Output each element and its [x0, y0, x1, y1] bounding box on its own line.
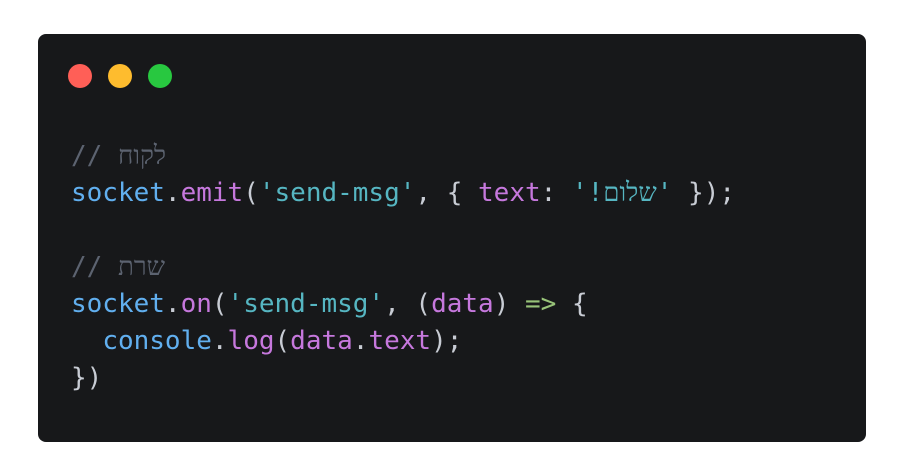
token-method: on: [180, 289, 212, 319]
window-controls: [68, 64, 172, 88]
token-event-string: 'send-msg': [227, 289, 385, 319]
token-dot: .: [211, 326, 228, 356]
token-dot: .: [164, 289, 181, 319]
token-method: emit: [180, 178, 244, 208]
token-close: }): [71, 363, 103, 393]
token-key: text: [478, 178, 541, 208]
code-block: // לקוח socket.emit('send-msg', { text: '…: [71, 138, 735, 397]
token-message-string: שלום!: [587, 178, 657, 208]
token-brace: {: [556, 289, 588, 319]
code-line-7: }): [71, 360, 735, 397]
token-arg-dot: .: [352, 326, 369, 356]
code-line-6: console.log(data.text);: [71, 323, 735, 360]
code-line-5: socket.on('send-msg', (data) => {: [71, 286, 735, 323]
code-window: // לקוח socket.emit('send-msg', { text: '…: [38, 34, 866, 442]
comment-text: שרת: [117, 252, 166, 282]
token-param: data: [431, 289, 494, 319]
token-open-paren: (: [211, 289, 228, 319]
token-dot: .: [164, 178, 181, 208]
token-object: socket: [71, 178, 165, 208]
minimize-dot-icon[interactable]: [108, 64, 132, 88]
token-arg-object: data: [290, 326, 353, 356]
token-open-paren: (: [243, 178, 259, 208]
token-separator: , {: [415, 178, 479, 208]
token-quote-open: ': [571, 178, 588, 208]
token-open-paren: (: [274, 326, 291, 356]
token-quote-close: ': [656, 178, 673, 208]
token-paren-close: ): [493, 289, 525, 319]
token-colon: :: [540, 178, 572, 208]
token-separator: , (: [384, 289, 432, 319]
close-dot-icon[interactable]: [68, 64, 92, 88]
comment-prefix: //: [71, 141, 118, 171]
comment-prefix: //: [71, 252, 118, 282]
token-object: socket: [71, 289, 165, 319]
token-method: log: [227, 326, 275, 356]
token-close: );: [431, 326, 463, 356]
token-arg-property: text: [368, 326, 432, 356]
code-line-4: // שרת: [71, 249, 735, 286]
token-event-string: 'send-msg': [258, 178, 416, 208]
comment-text: לקוח: [117, 141, 167, 171]
token-close: });: [672, 178, 736, 208]
token-object: console: [102, 326, 212, 356]
token-arrow: =>: [525, 289, 557, 319]
maximize-dot-icon[interactable]: [148, 64, 172, 88]
code-line-1: // לקוח: [71, 138, 735, 175]
code-line-2: socket.emit('send-msg', { text: 'שלום!' …: [71, 175, 735, 212]
